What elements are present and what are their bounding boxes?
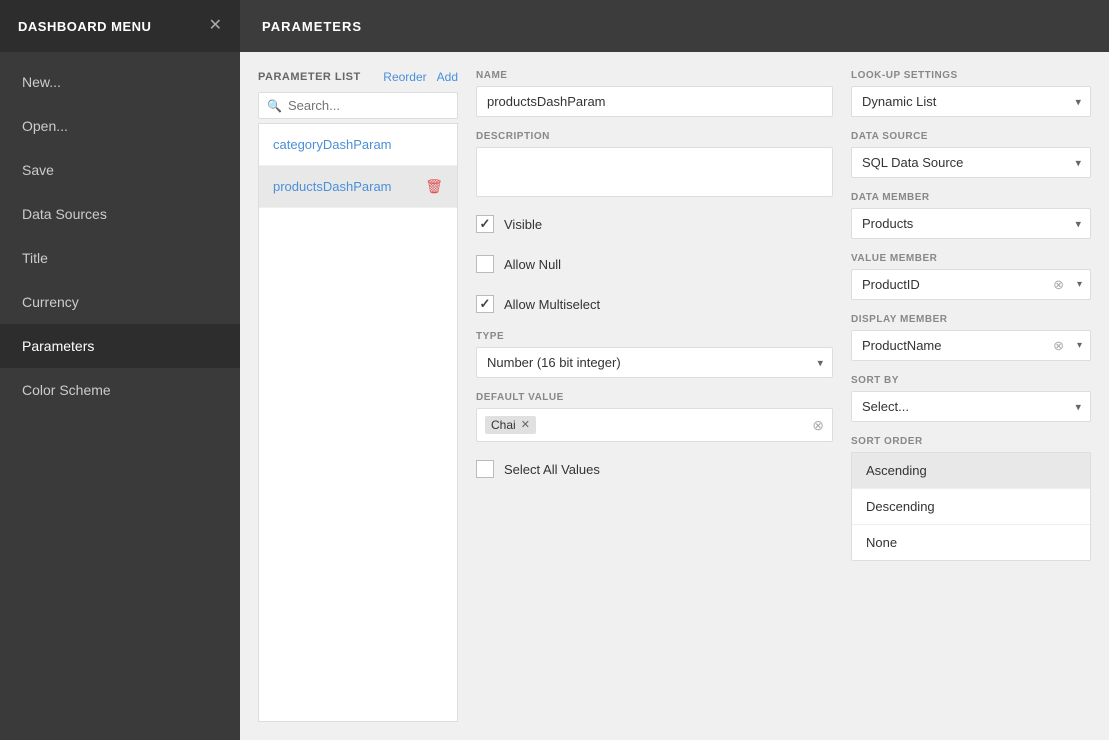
value-member-label: VALUE MEMBER <box>851 253 1091 264</box>
data-member-select[interactable]: ProductsCategoriesOrders <box>851 208 1091 239</box>
name-field-group: NAME <box>476 70 833 117</box>
param-item-label: categoryDashParam <box>273 137 392 152</box>
display-member-label: DISPLAY MEMBER <box>851 314 1091 325</box>
search-box: 🔍 <box>258 92 458 119</box>
description-field-group: DESCRIPTION <box>476 131 833 197</box>
sidebar-item-parameters[interactable]: Parameters <box>0 324 240 368</box>
lookup-type-dropdown[interactable]: Dynamic ListStatic ListNone <box>851 86 1091 117</box>
sidebar-item-data-sources[interactable]: Data Sources <box>0 192 240 236</box>
sort-by-label: SORT BY <box>851 375 1091 386</box>
data-source-select[interactable]: SQL Data SourceJSON Data Source <box>851 147 1091 178</box>
display-member-clear-icon[interactable]: ⊗ <box>1053 338 1064 354</box>
sort-order-item[interactable]: Descending <box>852 489 1090 525</box>
default-value-clear-icon[interactable]: ⊗ <box>812 417 824 434</box>
data-member-label: DATA MEMBER <box>851 192 1091 203</box>
sort-order-label: SORT ORDER <box>851 436 1091 447</box>
param-item[interactable]: productsDashParam 🗑 <box>259 166 457 208</box>
param-list-panel: PARAMETER LIST Reorder Add 🔍 categoryDas… <box>258 70 458 722</box>
main-content: PARAMETERS PARAMETER LIST Reorder Add 🔍 … <box>240 0 1109 740</box>
default-value-tag: Chai ✕ <box>485 416 536 434</box>
lookup-type-select[interactable]: Dynamic ListStatic ListNone <box>851 86 1091 117</box>
name-input[interactable] <box>476 86 833 117</box>
sidebar-header: DASHBOARD MENU ✕ <box>0 0 240 52</box>
param-list-label: PARAMETER LIST <box>258 71 361 83</box>
sort-order-item[interactable]: None <box>852 525 1090 560</box>
search-input[interactable] <box>288 98 449 113</box>
data-member-field-group: DATA MEMBER ProductsCategoriesOrders <box>851 192 1091 239</box>
lookup-type-field-group: LOOK-UP SETTINGS Dynamic ListStatic List… <box>851 70 1091 117</box>
close-icon[interactable]: ✕ <box>209 18 222 34</box>
reorder-link[interactable]: Reorder <box>383 70 426 84</box>
default-value-row: Chai ✕ ⊗ <box>476 408 833 442</box>
sort-order-list: AscendingDescendingNone <box>851 452 1091 561</box>
description-label: DESCRIPTION <box>476 131 833 142</box>
default-value-field-group: DEFAULT VALUE Chai ✕ ⊗ <box>476 392 833 442</box>
visible-row: Visible <box>476 211 833 237</box>
description-input[interactable] <box>476 147 833 197</box>
param-list-header: PARAMETER LIST Reorder Add <box>258 70 458 84</box>
lookup-type-label: LOOK-UP SETTINGS <box>851 70 1091 81</box>
type-label: TYPE <box>476 331 833 342</box>
data-member-dropdown[interactable]: ProductsCategoriesOrders <box>851 208 1091 239</box>
allow-multiselect-checkbox[interactable] <box>476 295 494 313</box>
data-source-dropdown[interactable]: SQL Data SourceJSON Data Source <box>851 147 1091 178</box>
sidebar: DASHBOARD MENU ✕ New...Open...SaveData S… <box>0 0 240 740</box>
sidebar-item-save[interactable]: Save <box>0 148 240 192</box>
value-member-dropdown[interactable]: ProductIDProductNameCategoryID ⊗ ▾ <box>851 269 1091 300</box>
sort-by-select[interactable]: Select...ProductIDProductName <box>851 391 1091 422</box>
allow-null-checkbox[interactable] <box>476 255 494 273</box>
name-label: NAME <box>476 70 833 81</box>
type-select[interactable]: Number (16 bit integer)StringBooleanDate… <box>476 347 833 378</box>
allow-null-row: Allow Null <box>476 251 833 277</box>
type-field-group: TYPE Number (16 bit integer)StringBoolea… <box>476 331 833 378</box>
visible-label: Visible <box>504 217 542 232</box>
param-item-label: productsDashParam <box>273 179 392 194</box>
sort-order-item[interactable]: Ascending <box>852 453 1090 489</box>
right-panel: LOOK-UP SETTINGS Dynamic ListStatic List… <box>851 70 1091 722</box>
add-link[interactable]: Add <box>437 70 458 84</box>
display-member-dropdown[interactable]: ProductNameProductIDCategoryID ⊗ ▾ <box>851 330 1091 361</box>
sidebar-item-open---[interactable]: Open... <box>0 104 240 148</box>
search-icon: 🔍 <box>267 99 282 113</box>
select-all-row: Select All Values <box>476 456 833 482</box>
main-header: PARAMETERS <box>240 0 1109 52</box>
param-list-actions: Reorder Add <box>383 70 458 84</box>
select-all-label: Select All Values <box>504 462 600 477</box>
main-title: PARAMETERS <box>262 19 362 34</box>
type-dropdown[interactable]: Number (16 bit integer)StringBooleanDate… <box>476 347 833 378</box>
sidebar-item-title[interactable]: Title <box>0 236 240 280</box>
sidebar-item-currency[interactable]: Currency <box>0 280 240 324</box>
value-member-field-group: VALUE MEMBER ProductIDProductNameCategor… <box>851 253 1091 300</box>
data-source-label: DATA SOURCE <box>851 131 1091 142</box>
default-value-label: DEFAULT VALUE <box>476 392 833 403</box>
select-all-checkbox[interactable] <box>476 460 494 478</box>
allow-null-label: Allow Null <box>504 257 561 272</box>
sort-order-field-group: SORT ORDER AscendingDescendingNone <box>851 436 1091 561</box>
sort-by-dropdown[interactable]: Select...ProductIDProductName <box>851 391 1091 422</box>
display-member-field-group: DISPLAY MEMBER ProductNameProductIDCateg… <box>851 314 1091 361</box>
allow-multiselect-label: Allow Multiselect <box>504 297 600 312</box>
tag-remove-icon[interactable]: ✕ <box>521 420 530 431</box>
param-item[interactable]: categoryDashParam🗑 <box>259 124 457 166</box>
visible-checkbox[interactable] <box>476 215 494 233</box>
sidebar-nav: New...Open...SaveData SourcesTitleCurren… <box>0 52 240 420</box>
allow-multiselect-row: Allow Multiselect <box>476 291 833 317</box>
param-list-items: categoryDashParam🗑 productsDashParam 🗑 <box>258 123 458 722</box>
value-member-clear-icon[interactable]: ⊗ <box>1053 277 1064 293</box>
param-item-delete-icon[interactable]: 🗑 <box>425 178 443 195</box>
data-source-field-group: DATA SOURCE SQL Data SourceJSON Data Sou… <box>851 131 1091 178</box>
middle-panel: NAME DESCRIPTION Visible Allow Null Allo… <box>476 70 833 722</box>
sidebar-title: DASHBOARD MENU <box>18 19 151 34</box>
sidebar-item-color-scheme[interactable]: Color Scheme <box>0 368 240 412</box>
sort-by-field-group: SORT BY Select...ProductIDProductName <box>851 375 1091 422</box>
content-area: PARAMETER LIST Reorder Add 🔍 categoryDas… <box>240 52 1109 740</box>
tag-text: Chai <box>491 418 516 432</box>
sidebar-item-new---[interactable]: New... <box>0 60 240 104</box>
